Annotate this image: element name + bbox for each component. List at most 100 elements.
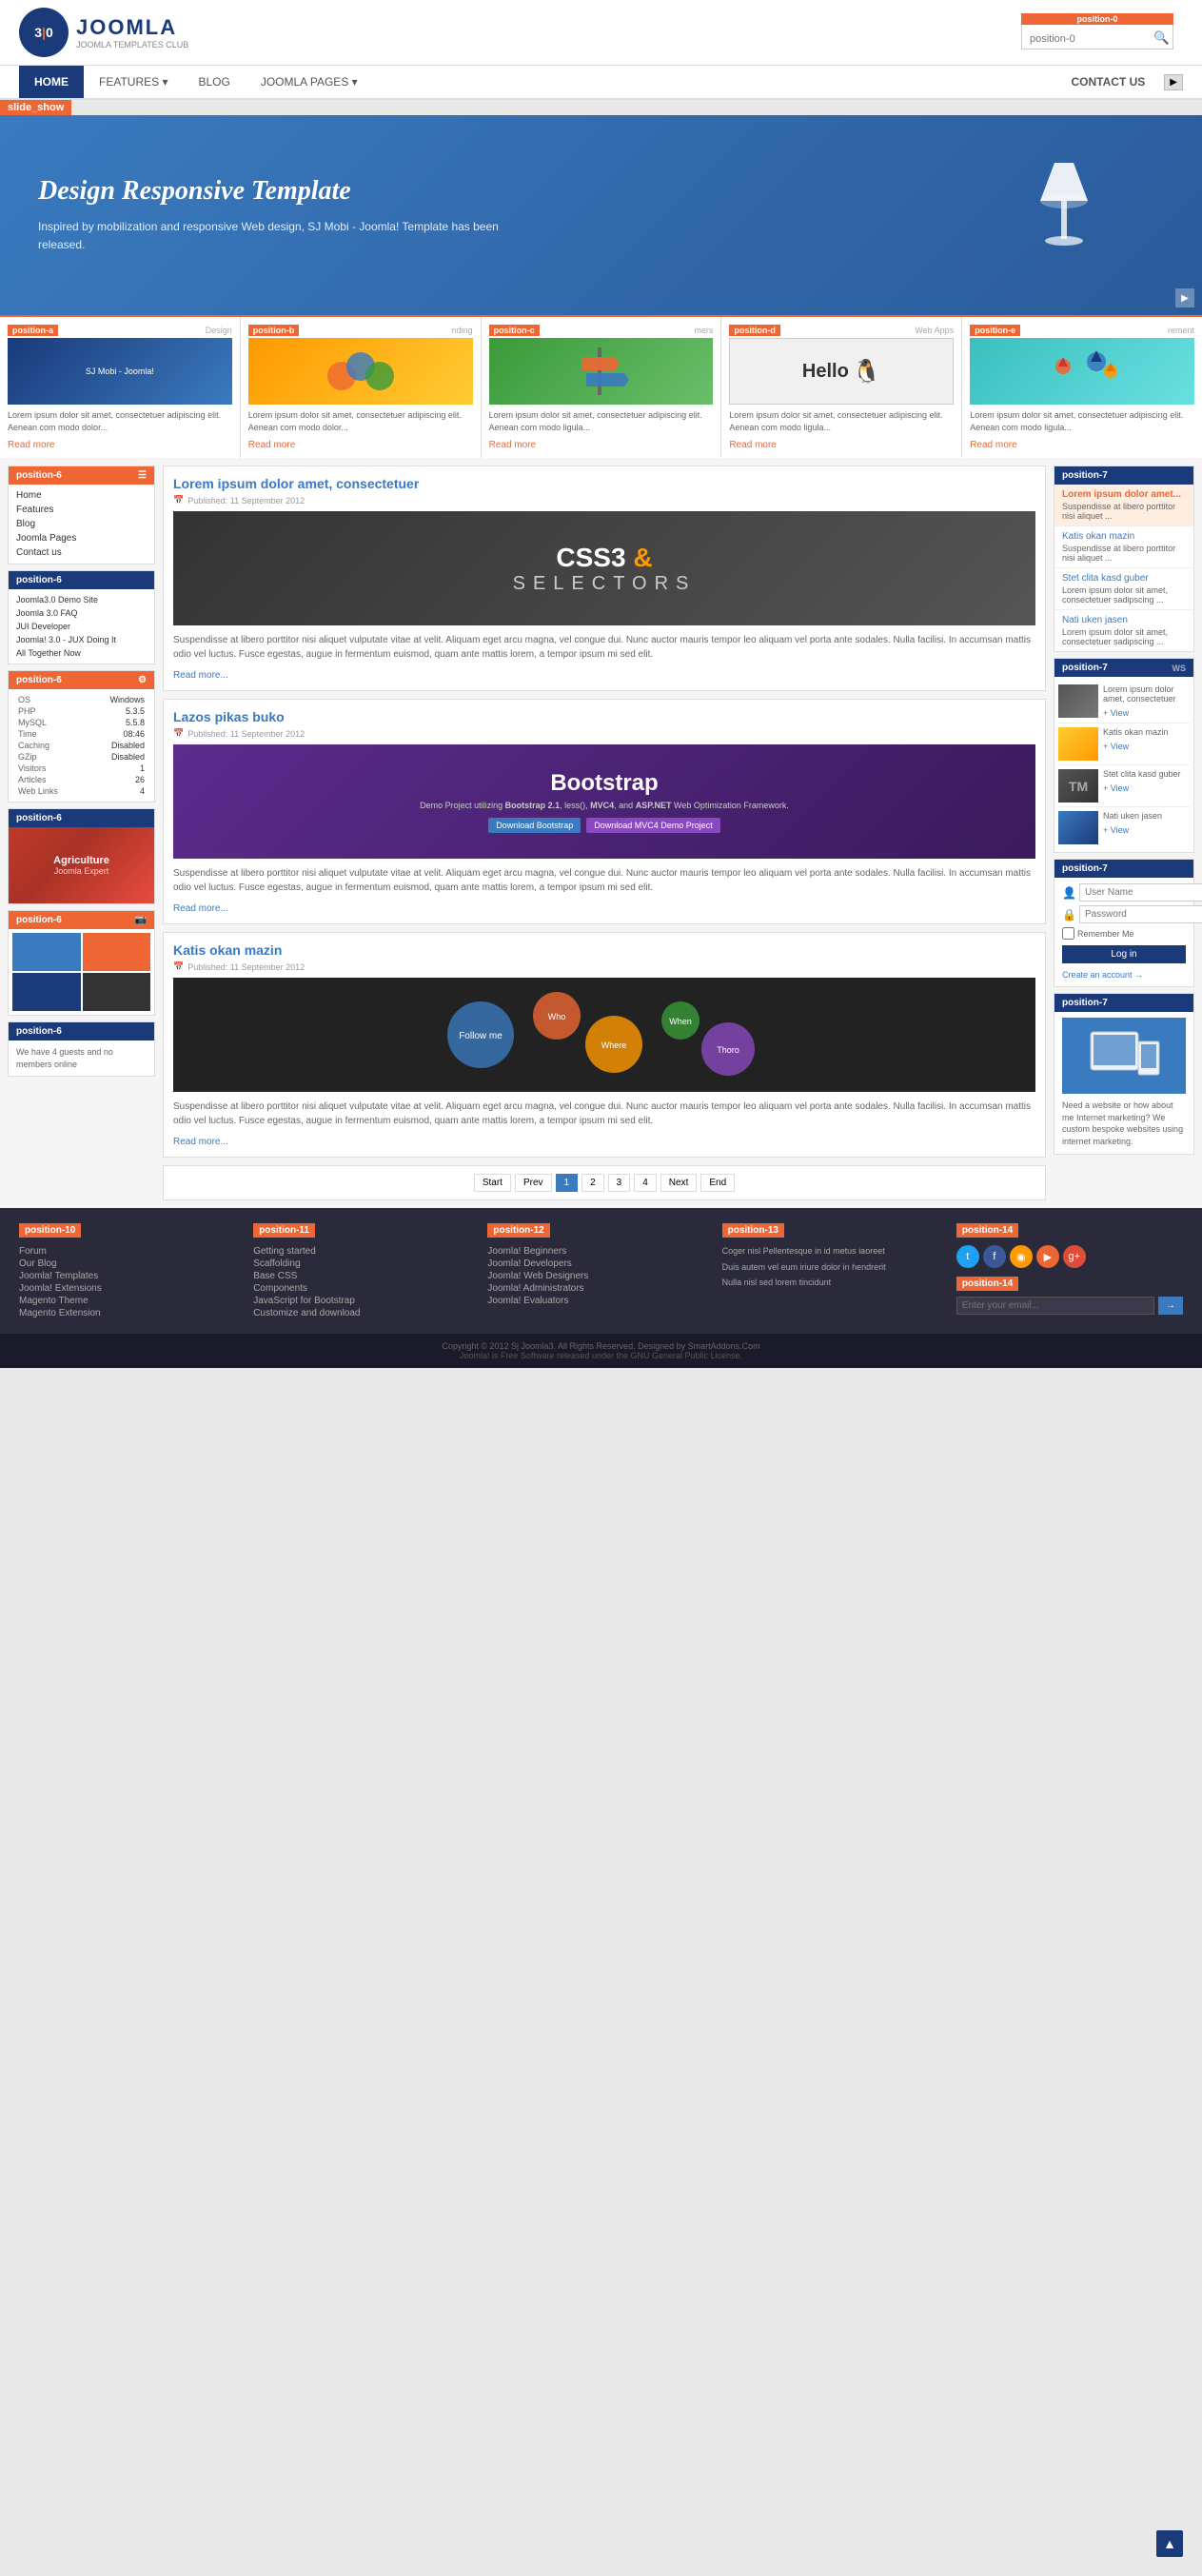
slideshow-scroll[interactable]: ▶ [1175,288,1194,307]
pos6-links-content: Joomla3.0 Demo Site Joomla 3.0 FAQ JUI D… [9,589,154,664]
pagination-page-1[interactable]: 1 [556,1174,579,1192]
footer-link-magento-theme[interactable]: Magento Theme [19,1295,246,1307]
pos7-responsive-header: position-7 [1054,994,1193,1012]
gallery-thumb-2[interactable] [83,933,151,971]
pos-b-read-more[interactable]: Read more [248,440,295,450]
pagination-end[interactable]: End [700,1174,735,1192]
link-jux[interactable]: Joomla! 3.0 - JUX Doing It [16,633,147,646]
pos-e-graphic [1039,343,1125,400]
footer-link-components[interactable]: Components [253,1282,480,1295]
news-item-3-view[interactable]: + View [1103,783,1129,793]
footer-link-beginners[interactable]: Joomla! Beginners [487,1245,714,1258]
menu-item-features[interactable]: Features [16,503,147,517]
gallery-thumb-1[interactable] [12,933,81,971]
article-css3-read-more[interactable]: Read more... [173,670,228,681]
footer-email-submit[interactable]: → [1158,1297,1183,1315]
news-thumb-2 [1058,727,1098,761]
pagination-page-4[interactable]: 4 [634,1174,657,1192]
nav-features[interactable]: FEATURES ▾ [84,66,183,98]
link-joomla-demo[interactable]: Joomla3.0 Demo Site [16,593,147,606]
article-bootstrap-title[interactable]: Lazos pikas buko [173,709,1035,724]
footer-social-icons: t f ◉ ▶ g+ [956,1245,1183,1268]
footer-link-scaffolding[interactable]: Scaffolding [253,1258,480,1270]
password-input[interactable] [1079,905,1202,923]
menu-item-blog[interactable]: Blog [16,517,147,531]
list-icon[interactable]: ☰ [138,470,147,481]
nav-joomla-pages[interactable]: JOOMLA PAGES ▾ [246,66,373,98]
footer-link-developers[interactable]: Joomla! Developers [487,1258,714,1270]
footer-link-forum[interactable]: Forum [19,1245,246,1258]
pos-b-graphic [323,343,399,400]
pos-c-graphic [567,343,634,400]
footer-link-base-css[interactable]: Base CSS [253,1270,480,1282]
facebook-icon[interactable]: f [983,1245,1006,1268]
footer-link-web-designers[interactable]: Joomla! Web Designers [487,1270,714,1282]
article-css3-title[interactable]: Lorem ipsum dolor amet, consectetuer [173,476,1035,491]
top-item-3-link[interactable]: Stet clita kasd guber [1062,573,1186,584]
pos-e-read-more[interactable]: Read more [970,440,1016,450]
news-item-2-view[interactable]: + View [1103,742,1129,751]
link-joomla-faq[interactable]: Joomla 3.0 FAQ [16,606,147,620]
pos-c-read-more[interactable]: Read more [489,440,536,450]
footer-link-blog[interactable]: Our Blog [19,1258,246,1270]
sidebar-left: position-6 ☰ Home Features Blog Joomla P… [8,466,155,1200]
article-bootstrap-read-more[interactable]: Read more... [173,903,228,914]
footer-link-customize[interactable]: Customize and download [253,1307,480,1319]
footer-link-magento-ext[interactable]: Magento Extension [19,1307,246,1319]
pagination-start[interactable]: Start [474,1174,511,1192]
username-input[interactable] [1079,883,1202,902]
article-katis: Katis okan mazin 📅 Published: 11 Septemb… [163,932,1046,1158]
create-account-link[interactable]: Create an account → [1062,970,1143,980]
top-item-1-link[interactable]: Lorem ipsum dolor amet... [1062,489,1186,500]
pos-d-read-more[interactable]: Read more [729,440,776,450]
scroll-to-top[interactable]: ▲ [1156,2530,1183,2557]
news-item-1-view[interactable]: + View [1103,708,1129,718]
rss-icon[interactable]: ◉ [1010,1245,1033,1268]
download-bootstrap-btn[interactable]: Download Bootstrap [488,818,581,833]
pagination-next[interactable]: Next [660,1174,698,1192]
pagination-page-3[interactable]: 3 [608,1174,631,1192]
link-all-together[interactable]: All Together Now [16,646,147,660]
download-mvc4-btn[interactable]: Download MVC4 Demo Project [586,818,720,833]
menu-item-home[interactable]: Home [16,488,147,503]
footer-link-templates[interactable]: Joomla! Templates [19,1270,246,1282]
footer-link-javascript[interactable]: JavaScript for Bootstrap [253,1295,480,1307]
twitter-icon[interactable]: t [956,1245,979,1268]
scroll-right-btn[interactable]: ▶ [1164,74,1183,90]
footer-email-input[interactable] [956,1297,1154,1315]
main-content: Lorem ipsum dolor amet, consectetuer 📅 P… [163,466,1046,1200]
search-button[interactable]: 🔍 [1153,30,1170,46]
nav-contact-us[interactable]: CONTACT US [1053,66,1165,98]
footer-link-extensions[interactable]: Joomla! Extensions [19,1282,246,1295]
footer-link-evaluators[interactable]: Joomla! Evaluators [487,1295,714,1307]
login-button[interactable]: Log in [1062,945,1186,963]
top-item-2-link[interactable]: Katis okan mazin [1062,531,1186,542]
gallery-thumb-3[interactable] [12,973,81,1011]
slideshow-lamp [1002,134,1126,261]
top-item-4-link[interactable]: Nati uken jasen [1062,615,1186,625]
pagination-page-2[interactable]: 2 [581,1174,604,1192]
footer-top: position-10 Forum Our Blog Joomla! Templ… [0,1208,1202,1334]
menu-item-contact[interactable]: Contact us [16,545,147,560]
article-katis-read-more[interactable]: Read more... [173,1137,228,1147]
svg-text:Who: Who [548,1012,566,1021]
camera-icon[interactable]: 📷 [135,915,147,925]
article-katis-title[interactable]: Katis okan mazin [173,942,1035,958]
pagination-prev[interactable]: Prev [515,1174,552,1192]
footer-link-admins[interactable]: Joomla! Administrators [487,1282,714,1295]
googleplus-icon[interactable]: g+ [1063,1245,1086,1268]
bootstrap-visual: Bootstrap Demo Project utilizing Bootstr… [173,744,1035,859]
link-jui[interactable]: JUI Developer [16,620,147,633]
footer-link-getting-started[interactable]: Getting started [253,1245,480,1258]
nav-home[interactable]: HOME [19,66,84,98]
positions-row: position-a Design SJ Mobi - Joomla! Lore… [0,315,1202,458]
top-item-1: Lorem ipsum dolor amet... Suspendisse at… [1054,485,1193,526]
gear-icon[interactable]: ⚙ [138,675,147,685]
youtube-icon[interactable]: ▶ [1036,1245,1059,1268]
nav-blog[interactable]: BLOG [183,66,245,98]
news-item-4-view[interactable]: + View [1103,825,1129,835]
menu-item-joomla-pages[interactable]: Joomla Pages [16,531,147,545]
pos-a-read-more[interactable]: Read more [8,440,54,450]
gallery-thumb-4[interactable] [83,973,151,1011]
remember-me-checkbox[interactable] [1062,927,1074,940]
